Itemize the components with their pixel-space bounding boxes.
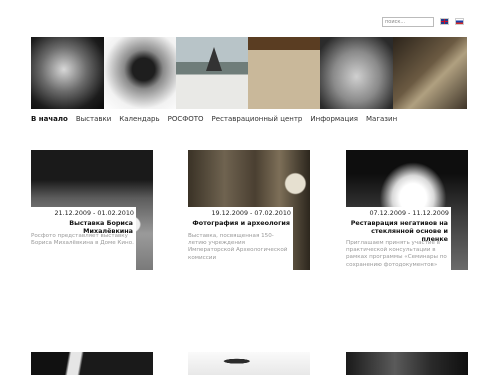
bottom-card-photo[interactable] [346,352,468,375]
card-date: 21.12.2009 - 01.02.2010 [54,209,134,217]
card-date: 07.12.2009 - 11.12.2009 [369,209,449,217]
nav-item-exhibitions[interactable]: Выставки [76,113,111,125]
english-flag-icon[interactable] [440,18,449,25]
news-card[interactable]: 21.12.2009 - 01.02.2010 Выставка Бориса … [31,150,153,272]
main-nav: В начало Выставки Календарь РОСФОТО Рест… [31,113,471,125]
banner-photo-two-men [248,37,320,109]
card-description: Приглашаем принять участие в практическо… [346,240,447,268]
banner-photo-interior [393,37,467,109]
nav-item-shop[interactable]: Магазин [366,113,397,125]
banner-photo-face [320,37,393,109]
nav-item-rosphoto[interactable]: РОСФОТО [168,113,204,125]
top-bar [0,0,500,36]
card-description: Выставка, посвященная 150-летию учрежден… [188,233,288,261]
nav-item-calendar[interactable]: Календарь [119,113,159,125]
header-banner [31,37,467,109]
news-card[interactable]: 19.12.2009 - 07.02.2010 Фотография и арх… [188,150,310,272]
banner-photo-lily [31,37,104,109]
nav-item-information[interactable]: Информация [310,113,358,125]
bottom-card-photo[interactable] [31,352,153,375]
card-title[interactable]: Фотография и археология [188,219,290,227]
bottom-card-photo[interactable] [188,352,310,375]
card-date: 19.12.2009 - 07.02.2010 [211,209,291,217]
card-description: Росфото представляет выставку Бориса Мих… [31,233,134,247]
russian-flag-icon[interactable] [455,18,464,25]
nav-item-home[interactable]: В начало [31,113,68,125]
search-input[interactable] [382,17,434,27]
banner-photo-landscape-tent [176,37,248,109]
nav-item-restoration-center[interactable]: Реставрационный центр [212,113,303,125]
news-card[interactable]: 07.12.2009 - 11.12.2009 Реставрация нега… [346,150,468,272]
banner-photo-portrait-woman [104,37,176,109]
